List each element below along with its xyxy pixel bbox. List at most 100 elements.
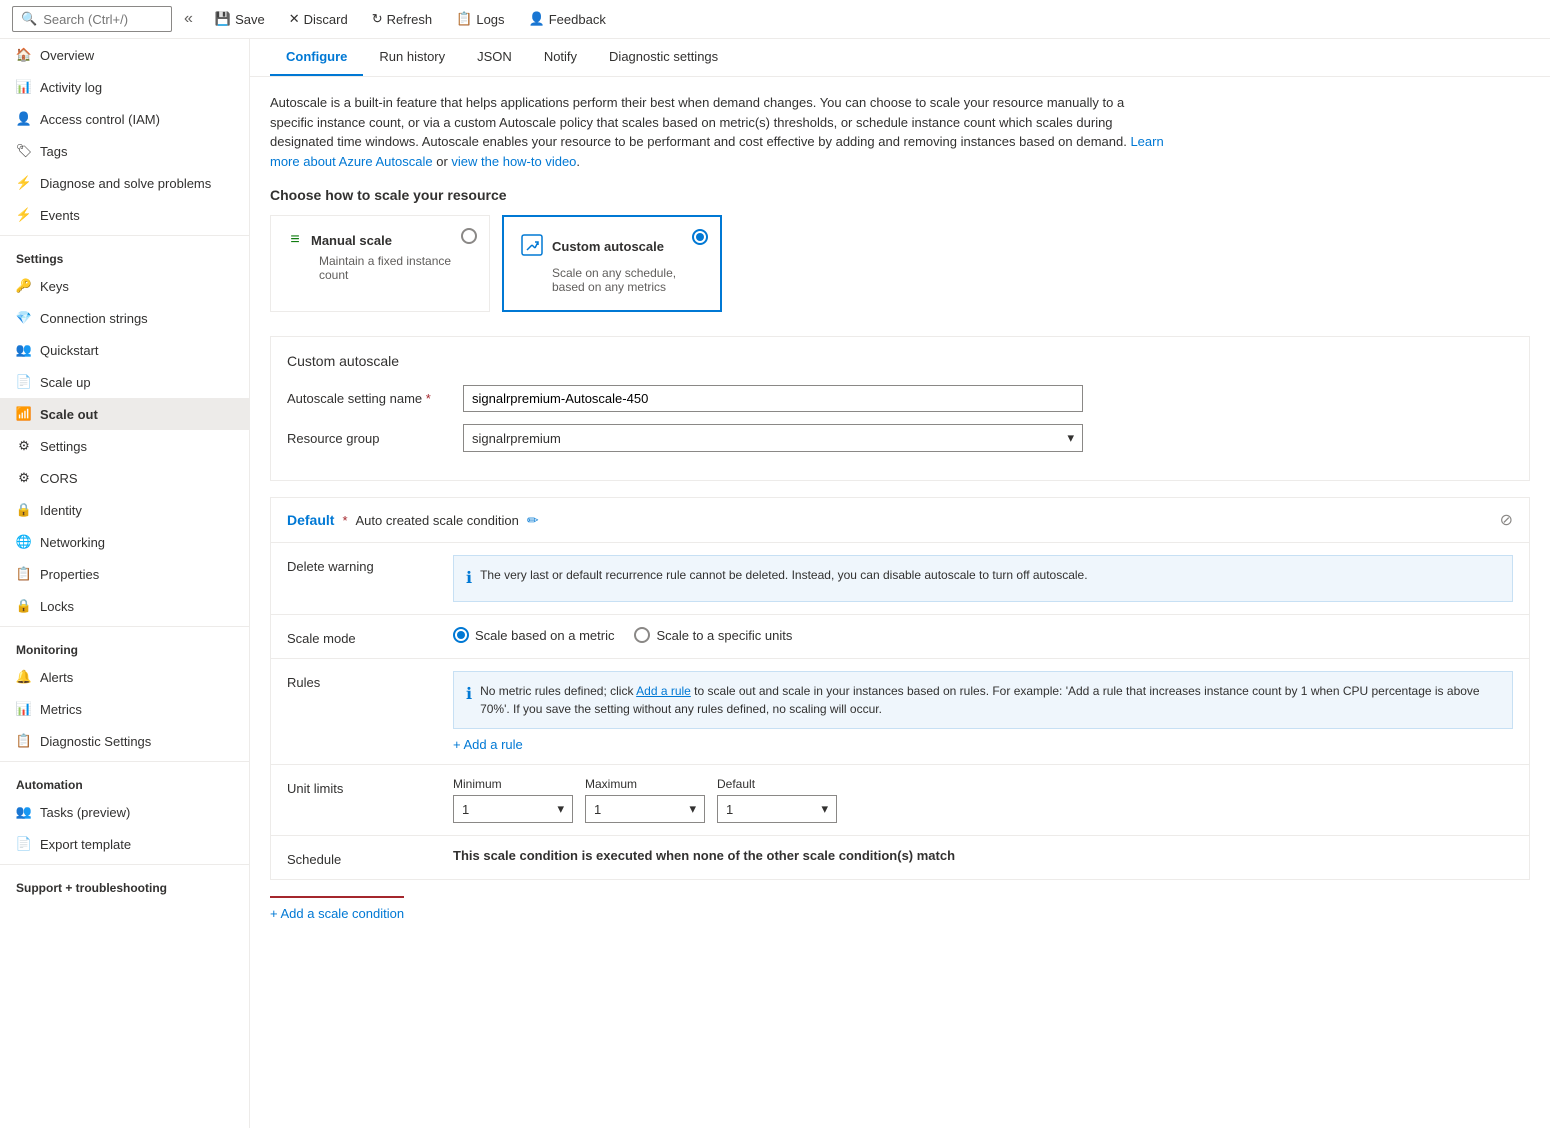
custom-radio-circle[interactable] — [692, 229, 708, 245]
tab-notify[interactable]: Notify — [528, 39, 593, 76]
collapse-button[interactable]: « — [176, 6, 201, 32]
scale-units-radio[interactable] — [634, 627, 650, 643]
chevron-down-icon: ▾ — [1067, 430, 1074, 446]
sidebar-item-properties[interactable]: 📋 Properties — [0, 558, 249, 590]
sidebar-item-keys[interactable]: 🔑 Keys — [0, 270, 249, 302]
sidebar-item-identity[interactable]: 🔒 Identity — [0, 494, 249, 526]
scale-section-title: Choose how to scale your resource — [270, 187, 1530, 203]
sidebar-item-locks[interactable]: 🔒 Locks — [0, 590, 249, 622]
sidebar-item-scale-out[interactable]: 📶 Scale out — [0, 398, 249, 430]
keys-icon: 🔑 — [16, 278, 32, 294]
settings-icon: ⚙ — [16, 438, 32, 454]
scale-mode-content: Scale based on a metric Scale to a speci… — [453, 627, 1513, 643]
maximum-chevron-icon: ▾ — [689, 801, 696, 817]
sidebar-item-tasks[interactable]: 👥 Tasks (preview) — [0, 796, 249, 828]
feedback-icon: 👤 — [529, 11, 545, 27]
scale-out-icon: 📶 — [16, 406, 32, 422]
scale-condition-title: Default * Auto created scale condition ✏ — [287, 512, 539, 529]
resource-group-row: Resource group signalrpremium ▾ — [287, 424, 1513, 452]
feedback-button[interactable]: 👤 Feedback — [519, 7, 616, 31]
default-select[interactable]: 1 ▾ — [717, 795, 837, 823]
default-value: 1 — [726, 802, 733, 817]
scale-condition: Default * Auto created scale condition ✏… — [270, 497, 1530, 880]
search-icon: 🔍 — [21, 11, 37, 27]
scale-metric-option[interactable]: Scale based on a metric — [453, 627, 614, 643]
custom-scale-desc: Scale on any schedule, based on any metr… — [520, 266, 704, 294]
refresh-button[interactable]: ↻ Refresh — [362, 7, 442, 31]
search-box[interactable]: 🔍 — [12, 6, 172, 32]
manual-scale-header: Manual scale — [287, 232, 473, 248]
default-chevron-icon: ▾ — [821, 801, 828, 817]
required-star: * — [342, 513, 347, 528]
sidebar: 🏠 Overview 📊 Activity log 👤 Access contr… — [0, 39, 250, 1128]
sidebar-item-settings[interactable]: ⚙ Settings — [0, 430, 249, 462]
default-badge: Default — [287, 512, 334, 528]
tasks-icon: 👥 — [16, 804, 32, 820]
add-rule-link[interactable]: + Add a rule — [453, 737, 523, 752]
scale-metric-radio[interactable] — [453, 627, 469, 643]
scale-options: Manual scale Maintain a fixed instance c… — [270, 215, 1530, 312]
sidebar-item-tags[interactable]: 🏷 Tags — [0, 135, 249, 167]
sidebar-item-metrics[interactable]: 📊 Metrics — [0, 693, 249, 725]
delete-warning-info-box: ℹ The very last or default recurrence ru… — [453, 555, 1513, 602]
schedule-content: This scale condition is executed when no… — [453, 848, 1513, 863]
rules-content: ℹ No metric rules defined; click Add a r… — [453, 671, 1513, 752]
minimum-chevron-icon: ▾ — [557, 801, 564, 817]
learn-more-link[interactable]: Learn more about Azure Autoscale — [270, 134, 1164, 169]
sidebar-item-alerts[interactable]: 🔔 Alerts — [0, 661, 249, 693]
custom-scale-radio[interactable] — [692, 229, 708, 248]
sidebar-item-events[interactable]: ⚡ Events — [0, 199, 249, 231]
manual-radio-circle[interactable] — [461, 228, 477, 244]
metrics-icon: 📊 — [16, 701, 32, 717]
properties-icon: 📋 — [16, 566, 32, 582]
sidebar-item-quickstart[interactable]: 👥 Quickstart — [0, 334, 249, 366]
add-rule-link-inline[interactable]: Add a rule — [636, 684, 691, 698]
delete-warning-row: Delete warning ℹ The very last or defaul… — [271, 543, 1529, 615]
save-button[interactable]: 💾 Save — [205, 7, 275, 31]
manual-scale-radio[interactable] — [461, 228, 477, 247]
sidebar-item-export-template[interactable]: 📄 Export template — [0, 828, 249, 860]
delete-warning-text: The very last or default recurrence rule… — [480, 566, 1087, 591]
maximum-label: Maximum — [585, 777, 705, 791]
discard-button[interactable]: ✕ Discard — [279, 7, 358, 31]
tab-configure[interactable]: Configure — [270, 39, 363, 76]
sidebar-item-scale-up[interactable]: 📄 Scale up — [0, 366, 249, 398]
description-text: Autoscale is a built-in feature that hel… — [270, 93, 1170, 171]
scale-units-option[interactable]: Scale to a specific units — [634, 627, 792, 643]
tab-run-history[interactable]: Run history — [363, 39, 461, 76]
minimum-select[interactable]: 1 ▾ — [453, 795, 573, 823]
diagnostic-settings-icon: 📋 — [16, 733, 32, 749]
add-condition-label: + Add a scale condition — [270, 906, 404, 921]
custom-autoscale-card[interactable]: Custom autoscale Scale on any schedule, … — [502, 215, 722, 312]
tab-diagnostic-settings[interactable]: Diagnostic settings — [593, 39, 734, 76]
sidebar-item-diagnostic-settings[interactable]: 📋 Diagnostic Settings — [0, 725, 249, 757]
sidebar-item-cors[interactable]: ⚙ CORS — [0, 462, 249, 494]
toolbar: 🔍 « 💾 Save ✕ Discard ↻ Refresh 📋 Logs 👤 … — [0, 0, 1550, 39]
sidebar-item-activity-log[interactable]: 📊 Activity log — [0, 71, 249, 103]
sidebar-item-networking[interactable]: 🌐 Networking — [0, 526, 249, 558]
manual-scale-card[interactable]: Manual scale Maintain a fixed instance c… — [270, 215, 490, 312]
scale-mode-label: Scale mode — [287, 627, 437, 646]
manual-scale-desc: Maintain a fixed instance count — [287, 254, 473, 282]
maximum-select[interactable]: 1 ▾ — [585, 795, 705, 823]
disable-condition-icon[interactable]: ⊘ — [1500, 510, 1513, 530]
sidebar-item-access-control[interactable]: 👤 Access control (IAM) — [0, 103, 249, 135]
how-to-video-link[interactable]: view the how-to video — [451, 154, 576, 169]
logs-icon: 📋 — [456, 11, 472, 27]
unit-limits-label: Unit limits — [287, 777, 437, 796]
sidebar-item-overview[interactable]: 🏠 Overview — [0, 39, 249, 71]
autoscale-name-input[interactable] — [463, 385, 1083, 412]
rules-row: Rules ℹ No metric rules defined; click A… — [271, 659, 1529, 765]
maximum-value: 1 — [594, 802, 601, 817]
resource-group-select[interactable]: signalrpremium ▾ — [463, 424, 1083, 452]
custom-scale-header: Custom autoscale — [520, 233, 704, 260]
edit-condition-icon[interactable]: ✏ — [527, 512, 539, 529]
locks-icon: 🔒 — [16, 598, 32, 614]
search-input[interactable] — [43, 12, 163, 27]
logs-button[interactable]: 📋 Logs — [446, 7, 514, 31]
scale-up-icon: 📄 — [16, 374, 32, 390]
sidebar-item-diagnose[interactable]: ⚡ Diagnose and solve problems — [0, 167, 249, 199]
add-scale-condition-button[interactable]: + Add a scale condition — [270, 896, 404, 929]
sidebar-item-connection-strings[interactable]: 💎 Connection strings — [0, 302, 249, 334]
tab-json[interactable]: JSON — [461, 39, 528, 76]
